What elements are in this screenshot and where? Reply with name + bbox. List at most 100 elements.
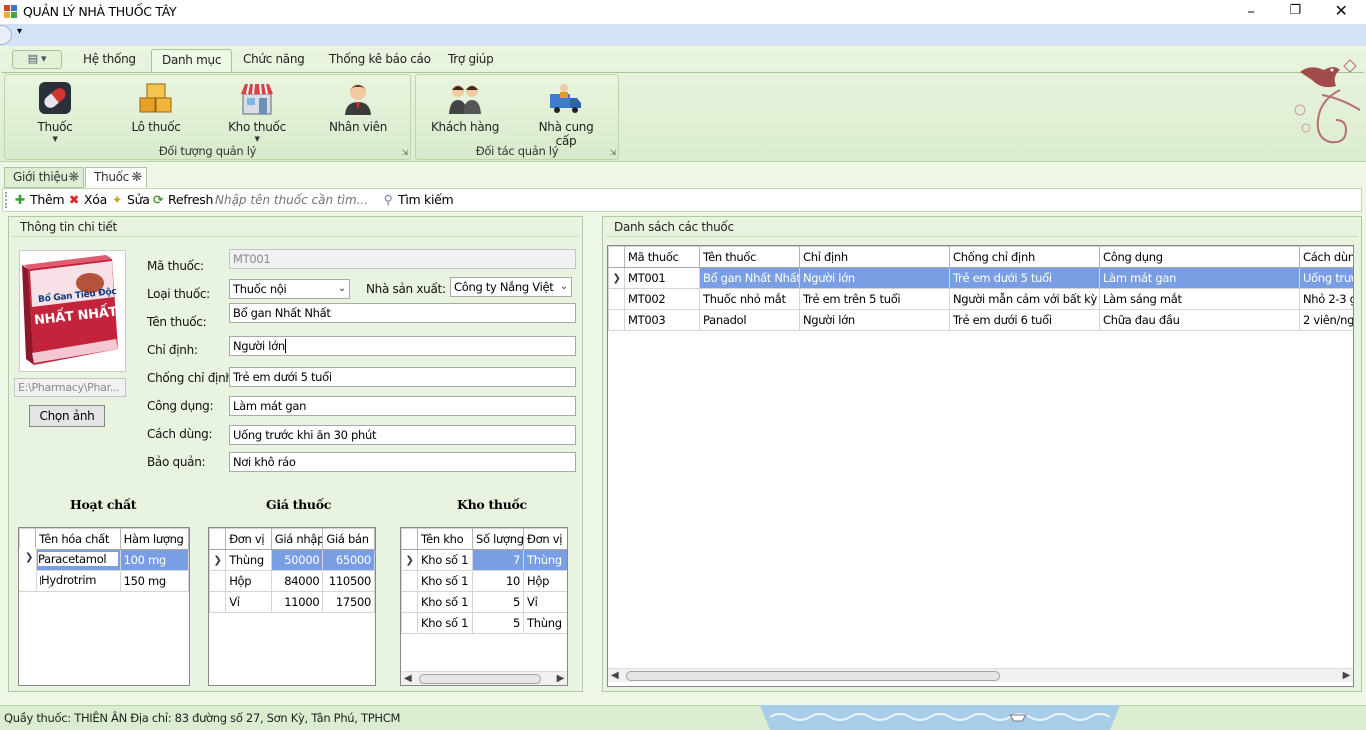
delete-button[interactable]: ✖ Xóa bbox=[66, 192, 107, 208]
column-header[interactable]: Cách dùng bbox=[1299, 246, 1353, 268]
search-button[interactable]: ⚲ Tìm kiếm bbox=[380, 192, 454, 208]
chevron-down-icon[interactable]: ⌄ bbox=[560, 278, 568, 296]
column-header[interactable]: Đơn vị bbox=[225, 528, 272, 550]
tab-thong-ke-bao-cao[interactable]: Thống kê báo cáo bbox=[319, 49, 441, 71]
table-cell[interactable]: Thùng bbox=[523, 549, 567, 571]
table-cell[interactable]: Làm sáng mắt bbox=[1099, 288, 1300, 310]
row-selector[interactable] bbox=[209, 591, 227, 613]
table-cell[interactable]: 65000 bbox=[322, 549, 375, 571]
table-cell[interactable]: Kho số 1 bbox=[417, 549, 473, 571]
row-selector[interactable] bbox=[608, 288, 625, 310]
table-cell[interactable]: 5 bbox=[472, 591, 524, 613]
scroll-thumb[interactable] bbox=[626, 671, 1000, 681]
table-cell[interactable]: Kho số 1 bbox=[417, 570, 473, 592]
table-cell[interactable]: 5 bbox=[472, 612, 524, 634]
table-cell[interactable]: 84000 bbox=[270, 570, 324, 592]
table-cell[interactable]: Kho số 1 bbox=[417, 591, 473, 613]
table-cell[interactable]: Kho số 1 bbox=[417, 612, 473, 634]
table-row[interactable]: ❯ MT001 Bổ gan Nhất Nhất Người lớn Trẻ e… bbox=[608, 267, 1353, 289]
add-button[interactable]: ✚ Thêm bbox=[12, 192, 65, 208]
table-row[interactable]: MT003 Panadol Người lớn Trẻ em dưới 6 tu… bbox=[608, 309, 1353, 331]
tab-tro-giup[interactable]: Trợ giúp bbox=[438, 49, 503, 71]
table-row[interactable]: Kho số 1 5 Thùng bbox=[401, 612, 567, 634]
refresh-button[interactable]: ⟳ Refresh bbox=[150, 192, 214, 208]
table-cell[interactable]: 10 bbox=[472, 570, 524, 592]
table-cell[interactable]: Vỉ bbox=[523, 591, 567, 613]
column-header[interactable]: Hàm lượng bbox=[119, 528, 189, 550]
row-selector[interactable] bbox=[401, 591, 418, 613]
restore-icon[interactable]: ❐ bbox=[1272, 0, 1318, 24]
column-header[interactable]: Số lượng bbox=[472, 528, 524, 550]
table-cell[interactable]: Người mẫn cảm với bất kỳ t... bbox=[949, 288, 1100, 310]
table-cell[interactable]: Trẻ em dưới 6 tuổi bbox=[949, 309, 1100, 331]
scroll-left-icon[interactable]: ◀ bbox=[404, 672, 412, 685]
tab-gioi-thieu[interactable]: Giới thiệu ❋ bbox=[4, 167, 84, 188]
hoat-chat-grid[interactable]: Tên hóa chất Hàm lượng ❯ Paracetamol 100… bbox=[18, 527, 190, 686]
table-cell[interactable]: Người lớn bbox=[799, 267, 950, 289]
hoat-chat-cell-1-0[interactable]: Hydrotrim bbox=[41, 573, 117, 587]
cach-dung-field[interactable]: Uống trước khi ăn 30 phút bbox=[229, 425, 576, 445]
table-cell[interactable]: Làm mát gan bbox=[1099, 267, 1300, 289]
ribbon-button-thuoc[interactable]: Thuốc ▼ bbox=[17, 80, 93, 146]
dialog-launcher-icon[interactable]: ⇲ bbox=[402, 148, 409, 157]
hoat-chat-cell-0-0[interactable]: Paracetamol bbox=[38, 552, 118, 566]
column-header[interactable]: Tên thuốc bbox=[699, 246, 800, 268]
bao-quan-field[interactable]: Nơi khô ráo bbox=[229, 452, 576, 472]
tab-close-icon[interactable]: ❋ bbox=[131, 168, 142, 187]
scroll-right-icon[interactable]: ▶ bbox=[1343, 669, 1351, 683]
scroll-left-icon[interactable]: ◀ bbox=[611, 669, 619, 683]
table-cell[interactable]: Trẻ em dưới 5 tuổi bbox=[949, 267, 1100, 289]
row-selector-icon[interactable]: ❯ bbox=[209, 549, 227, 571]
column-header[interactable]: Giá bán bbox=[322, 528, 375, 550]
horizontal-scrollbar[interactable]: ◀ ▶ bbox=[608, 668, 1353, 682]
row-selector[interactable] bbox=[401, 570, 418, 592]
row-selector-icon[interactable]: ❯ bbox=[608, 267, 625, 289]
tab-thuoc[interactable]: Thuốc ❋ bbox=[85, 167, 147, 188]
table-cell[interactable]: MT003 bbox=[624, 309, 700, 331]
chevron-down-icon[interactable]: ⌄ bbox=[338, 280, 346, 298]
app-menu-button[interactable]: ▤ ▾ bbox=[12, 50, 62, 69]
table-cell[interactable]: Vỉ bbox=[225, 591, 272, 613]
table-cell[interactable]: Bổ gan Nhất Nhất bbox=[699, 267, 800, 289]
choose-image-button[interactable]: Chọn ảnh bbox=[29, 405, 105, 427]
table-cell[interactable]: 2 viên/nga bbox=[1299, 309, 1353, 331]
nha-san-xuat-select[interactable]: Công ty Nắng Việt ⌄ bbox=[450, 277, 572, 297]
ten-thuoc-field[interactable]: Bổ gan Nhất Nhất bbox=[229, 303, 576, 323]
table-cell[interactable]: 17500 bbox=[322, 591, 375, 613]
horizontal-scrollbar[interactable]: ◀ ▶ bbox=[401, 671, 567, 685]
table-cell[interactable]: 50000 bbox=[270, 549, 324, 571]
dialog-launcher-icon[interactable]: ⇲ bbox=[610, 148, 617, 157]
loai-thuoc-select[interactable]: Thuốc nội ⌄ bbox=[229, 279, 350, 299]
table-cell[interactable]: Panadol bbox=[699, 309, 800, 331]
table-cell[interactable]: 110500 bbox=[322, 570, 375, 592]
kho-thuoc-grid[interactable]: Tên kho Số lượng Đơn vị ❯ Kho số 1 7 Thù… bbox=[400, 527, 568, 686]
table-cell[interactable]: Thùng bbox=[523, 612, 567, 634]
column-header[interactable]: Giá nhập bbox=[270, 528, 324, 550]
edit-button[interactable]: ✦ Sửa bbox=[109, 192, 150, 208]
table-row[interactable]: MT002 Thuốc nhỏ mắt Trẻ em trên 5 tuổi N… bbox=[608, 288, 1353, 310]
ribbon-button-lo-thuoc[interactable]: Lô thuốc bbox=[118, 80, 194, 146]
table-cell[interactable]: 150 mg bbox=[119, 570, 189, 592]
row-selector-icon[interactable]: ❯ bbox=[401, 549, 418, 571]
ribbon-button-nha-cung-cap[interactable]: Nhà cung cấp bbox=[528, 80, 604, 148]
toolbar-grip[interactable] bbox=[5, 192, 7, 208]
column-header[interactable]: Chống chỉ định bbox=[949, 246, 1100, 268]
table-cell[interactable]: Thuốc nhỏ mắt bbox=[699, 288, 800, 310]
column-header[interactable]: Mã thuốc bbox=[624, 246, 700, 268]
table-row[interactable]: Hộp 84000 110500 bbox=[209, 570, 375, 592]
column-header[interactable]: Công dụng bbox=[1099, 246, 1300, 268]
table-row[interactable]: Vỉ 11000 17500 bbox=[209, 591, 375, 613]
table-cell[interactable]: MT001 bbox=[624, 267, 700, 289]
column-header[interactable]: Tên hóa chất bbox=[35, 528, 121, 550]
table-cell[interactable]: 11000 bbox=[270, 591, 324, 613]
scroll-thumb[interactable] bbox=[419, 674, 541, 684]
table-cell[interactable]: 100 mg bbox=[119, 549, 189, 571]
drug-list-grid[interactable]: Mã thuốc Tên thuốc Chỉ định Chống chỉ đị… bbox=[607, 245, 1354, 687]
tab-he-thong[interactable]: Hệ thống bbox=[73, 49, 146, 71]
table-row[interactable]: ❯ Thùng 50000 65000 bbox=[209, 549, 375, 571]
table-cell[interactable]: Hộp bbox=[225, 570, 272, 592]
cong-dung-field[interactable]: Làm mát gan bbox=[229, 396, 576, 416]
table-cell[interactable]: MT002 bbox=[624, 288, 700, 310]
ribbon-button-khach-hang[interactable]: Khách hàng bbox=[427, 80, 503, 146]
tab-close-icon[interactable]: ❋ bbox=[68, 168, 79, 187]
